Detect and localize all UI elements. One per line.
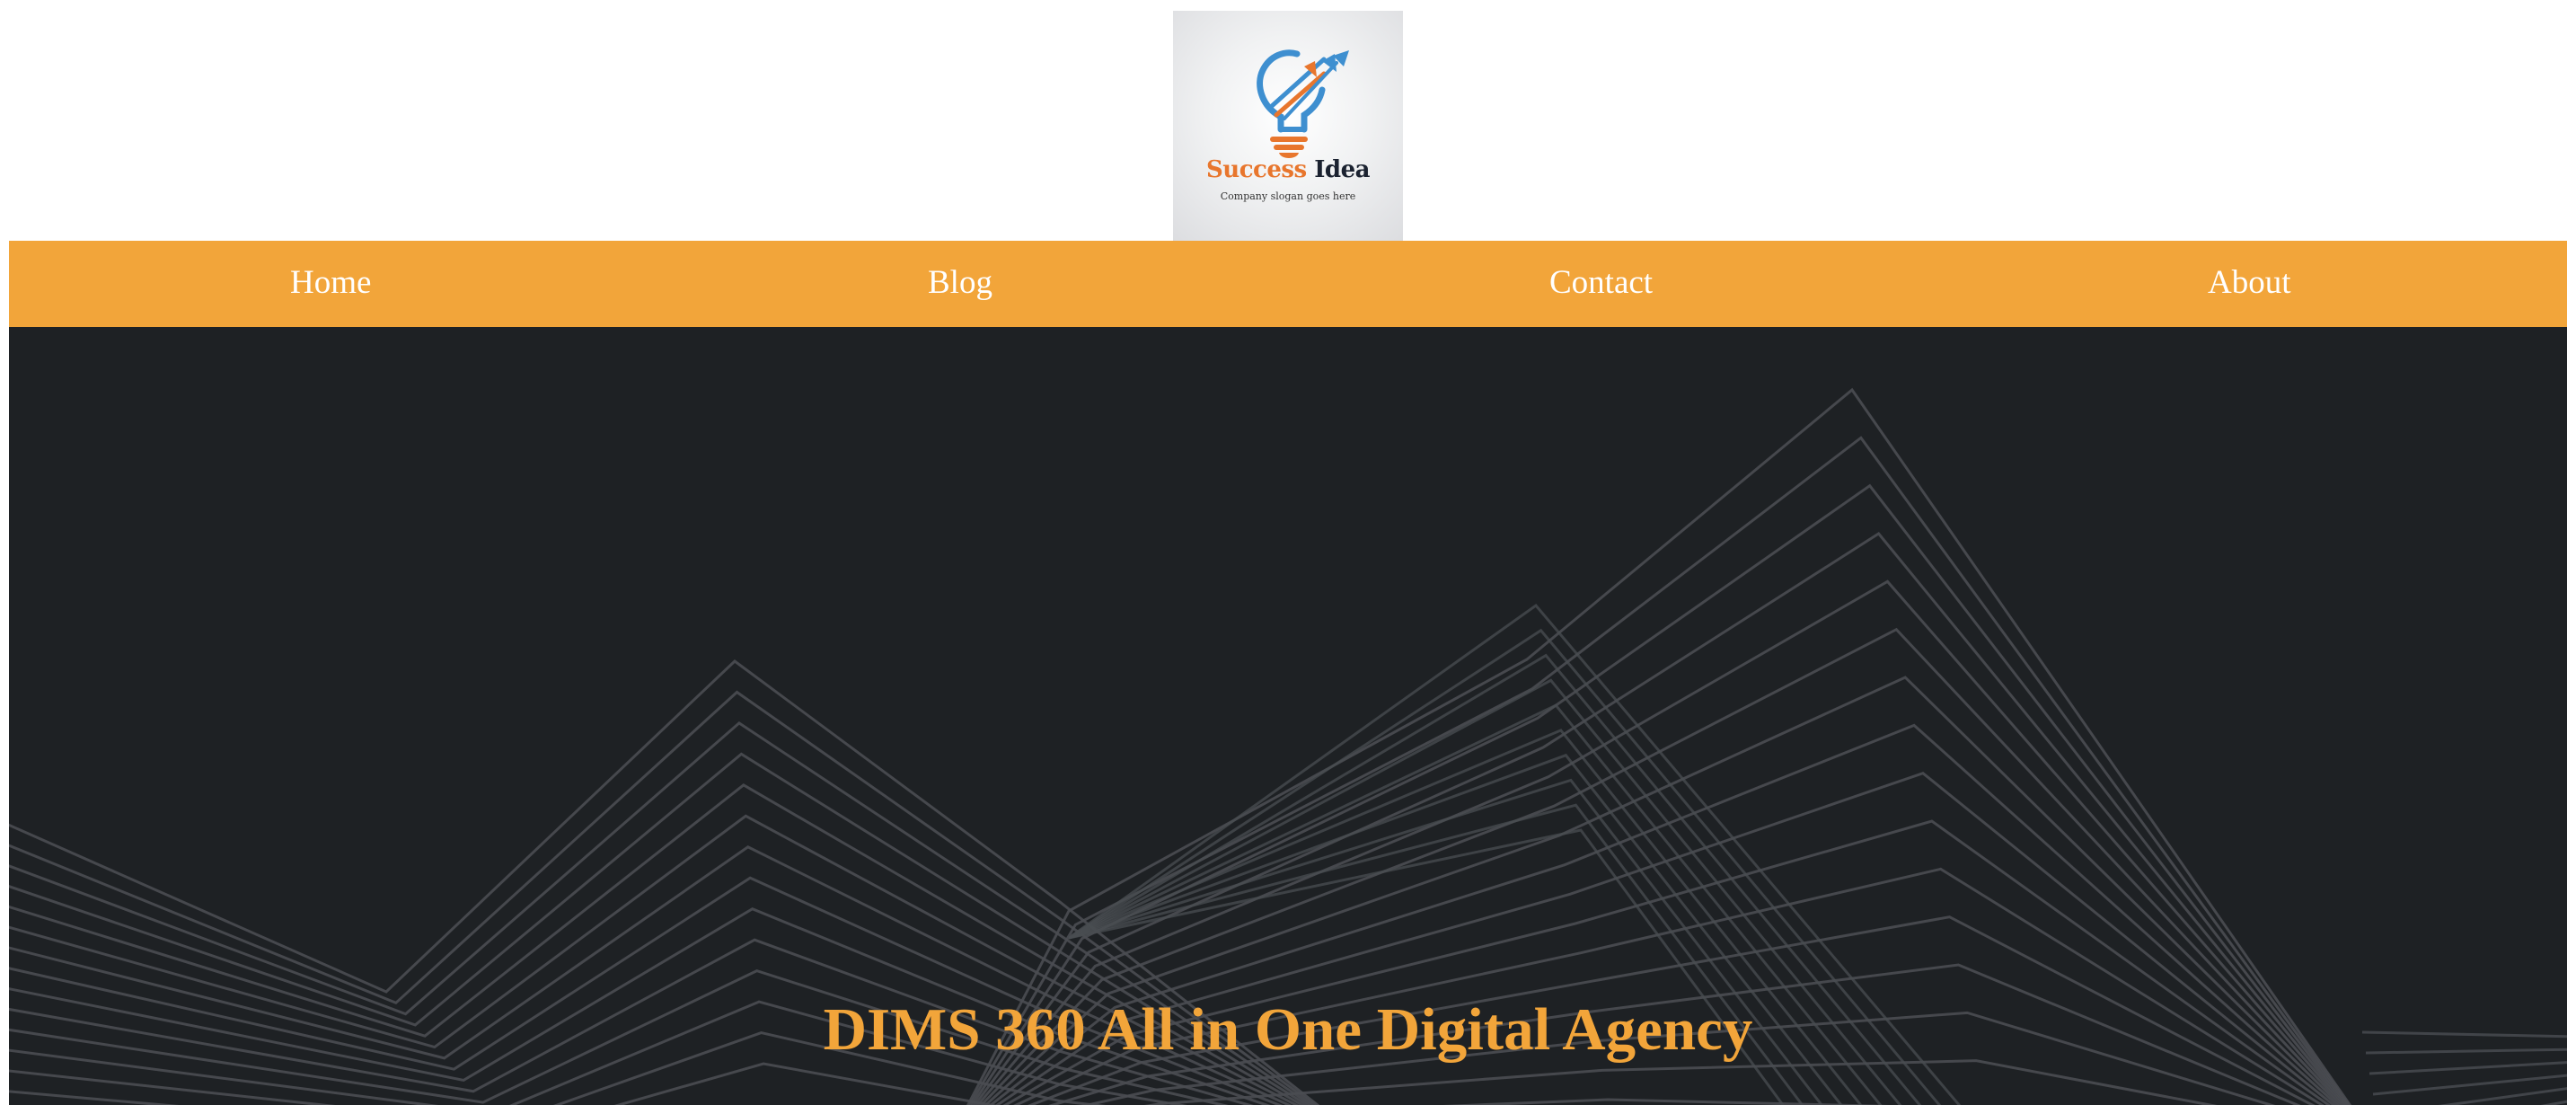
nav-item-contact[interactable]: Contact [1549, 241, 1653, 327]
logo-brand-word-2: Idea [1314, 156, 1370, 183]
page: Success Idea Company slogan goes here Ho… [0, 0, 2576, 1105]
hero-section: DIMS 360 All in One Digital Agency [9, 327, 2567, 1105]
nav-item-home[interactable]: Home [290, 241, 371, 327]
logo-brand-word-1: Success [1206, 156, 1307, 183]
lightbulb-growth-arrows-icon [1257, 49, 1349, 158]
site-logo[interactable]: Success Idea Company slogan goes here [1173, 11, 1403, 241]
main-nav: Home Blog Contact About [9, 241, 2567, 327]
nav-item-about[interactable]: About [2208, 241, 2291, 327]
pattern-line [9, 1062, 999, 1105]
hero-title: DIMS 360 All in One Digital Agency [823, 995, 1753, 1063]
pattern-line [2438, 1087, 2567, 1105]
logo-slogan: Company slogan goes here [1220, 190, 1356, 202]
background-pattern [9, 387, 2567, 1105]
pattern-line [2369, 1061, 2567, 1075]
pattern-line [1143, 1059, 2218, 1105]
logo-brand-name: Success Idea [1173, 158, 1403, 181]
nav-item-blog[interactable]: Blog [928, 241, 992, 327]
